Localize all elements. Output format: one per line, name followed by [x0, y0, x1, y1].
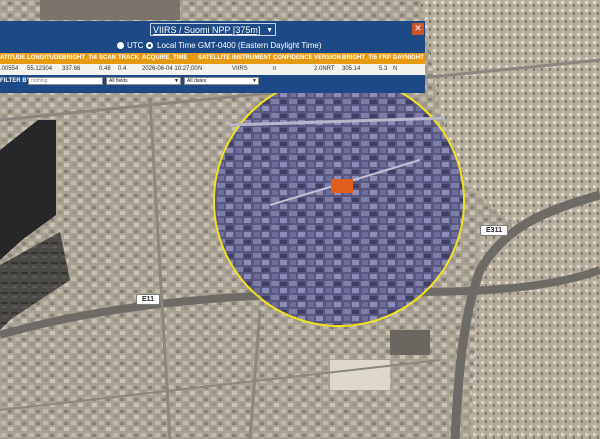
column-header-track[interactable]: TRACK: [118, 53, 139, 64]
date-select-value: All dates: [187, 78, 207, 84]
column-header-frp[interactable]: FRP: [379, 53, 391, 64]
chevron-down-icon: ▼: [266, 27, 273, 34]
filter-input-placeholder: nothing: [31, 78, 48, 84]
column-header-acquire-time[interactable]: ACQUIRE_TIME: [142, 53, 187, 64]
column-header-scan[interactable]: SCAN: [99, 53, 116, 64]
column-header-version[interactable]: VERSION: [314, 53, 341, 64]
cell-daynight: N: [393, 66, 398, 72]
warehouse-block: [330, 360, 390, 390]
fire-pixel[interactable]: [331, 179, 353, 193]
road-label-e311: E311: [480, 225, 508, 236]
date-select[interactable]: All dates ▼: [184, 77, 259, 85]
column-header-bright-ti4[interactable]: BRIGHT_TI4: [62, 53, 97, 64]
cell-longitude: 55.12304: [27, 66, 53, 72]
rooftop-block: [390, 330, 430, 355]
close-button[interactable]: ✕: [412, 23, 424, 35]
radius-circle-tint: [215, 77, 463, 325]
layer-select-value: VIIRS / Suomi NPP [375m]: [153, 25, 261, 35]
layer-select[interactable]: VIIRS / Suomi NPP [375m] ▼: [150, 23, 276, 36]
cell-bright-ti4: 337.66: [62, 66, 81, 72]
cell-latitude: .00554: [0, 66, 19, 72]
utc-label: UTC: [127, 41, 144, 50]
field-select-value: All fields: [109, 78, 128, 84]
cell-version: 2.0NRT: [314, 66, 335, 72]
table-row[interactable]: .00554 55.12304 337.66 0.48 0.4 2026-06-…: [0, 64, 425, 75]
column-header-instrument[interactable]: INSTRUMENT: [232, 53, 271, 64]
time-mode-row: UTC Local Time GMT-0400 (Eastern Dayligh…: [0, 39, 425, 53]
panel-footer: [0, 87, 425, 93]
field-select[interactable]: All fields ▼: [106, 77, 181, 85]
cell-satellite: N: [198, 66, 203, 72]
filter-input[interactable]: nothing: [28, 77, 103, 85]
road-label-e11: E11: [136, 294, 160, 305]
fire-info-panel: VIIRS / Suomi NPP [375m] ▼ ✕ UTC Local T…: [0, 21, 425, 93]
cell-frp: 5.3: [379, 66, 388, 72]
cell-track: 0.4: [118, 66, 127, 72]
panel-titlebar: VIIRS / Suomi NPP [375m] ▼ ✕: [0, 21, 425, 39]
table-header: ATITUDE LONGITUDE BRIGHT_TI4 SCAN TRACK …: [0, 53, 425, 64]
local-time-label: Local Time GMT-0400 (Eastern Daylight Ti…: [157, 41, 322, 50]
filter-row: FILTER BY nothing All fields ▼ All dates…: [0, 75, 425, 87]
cell-bright-ti5: 305.14: [342, 66, 361, 72]
column-header-latitude[interactable]: ATITUDE: [0, 53, 26, 64]
close-icon: ✕: [414, 24, 422, 34]
cell-instrument: VIIRS: [232, 66, 248, 72]
local-time-radio[interactable]: [146, 42, 153, 49]
chevron-down-icon: ▼: [174, 78, 179, 84]
cell-acquire-time: 2026-06-04 10:27:00: [142, 66, 198, 72]
cell-confidence: n: [273, 66, 277, 72]
chevron-down-icon: ▼: [252, 78, 257, 84]
column-header-bright-ti5[interactable]: BRIGHT_TI5: [342, 53, 377, 64]
utc-radio[interactable]: [117, 42, 124, 49]
column-header-daynight[interactable]: DAYNIGHT: [393, 53, 424, 64]
filter-by-label: FILTER BY: [0, 78, 31, 84]
column-header-satellite[interactable]: SATELLITE: [198, 53, 230, 64]
north-industrial-block: [40, 0, 180, 20]
cell-scan: 0.48: [99, 66, 111, 72]
column-header-confidence[interactable]: CONFIDENCE: [273, 53, 313, 64]
column-header-longitude[interactable]: LONGITUDE: [27, 53, 62, 64]
